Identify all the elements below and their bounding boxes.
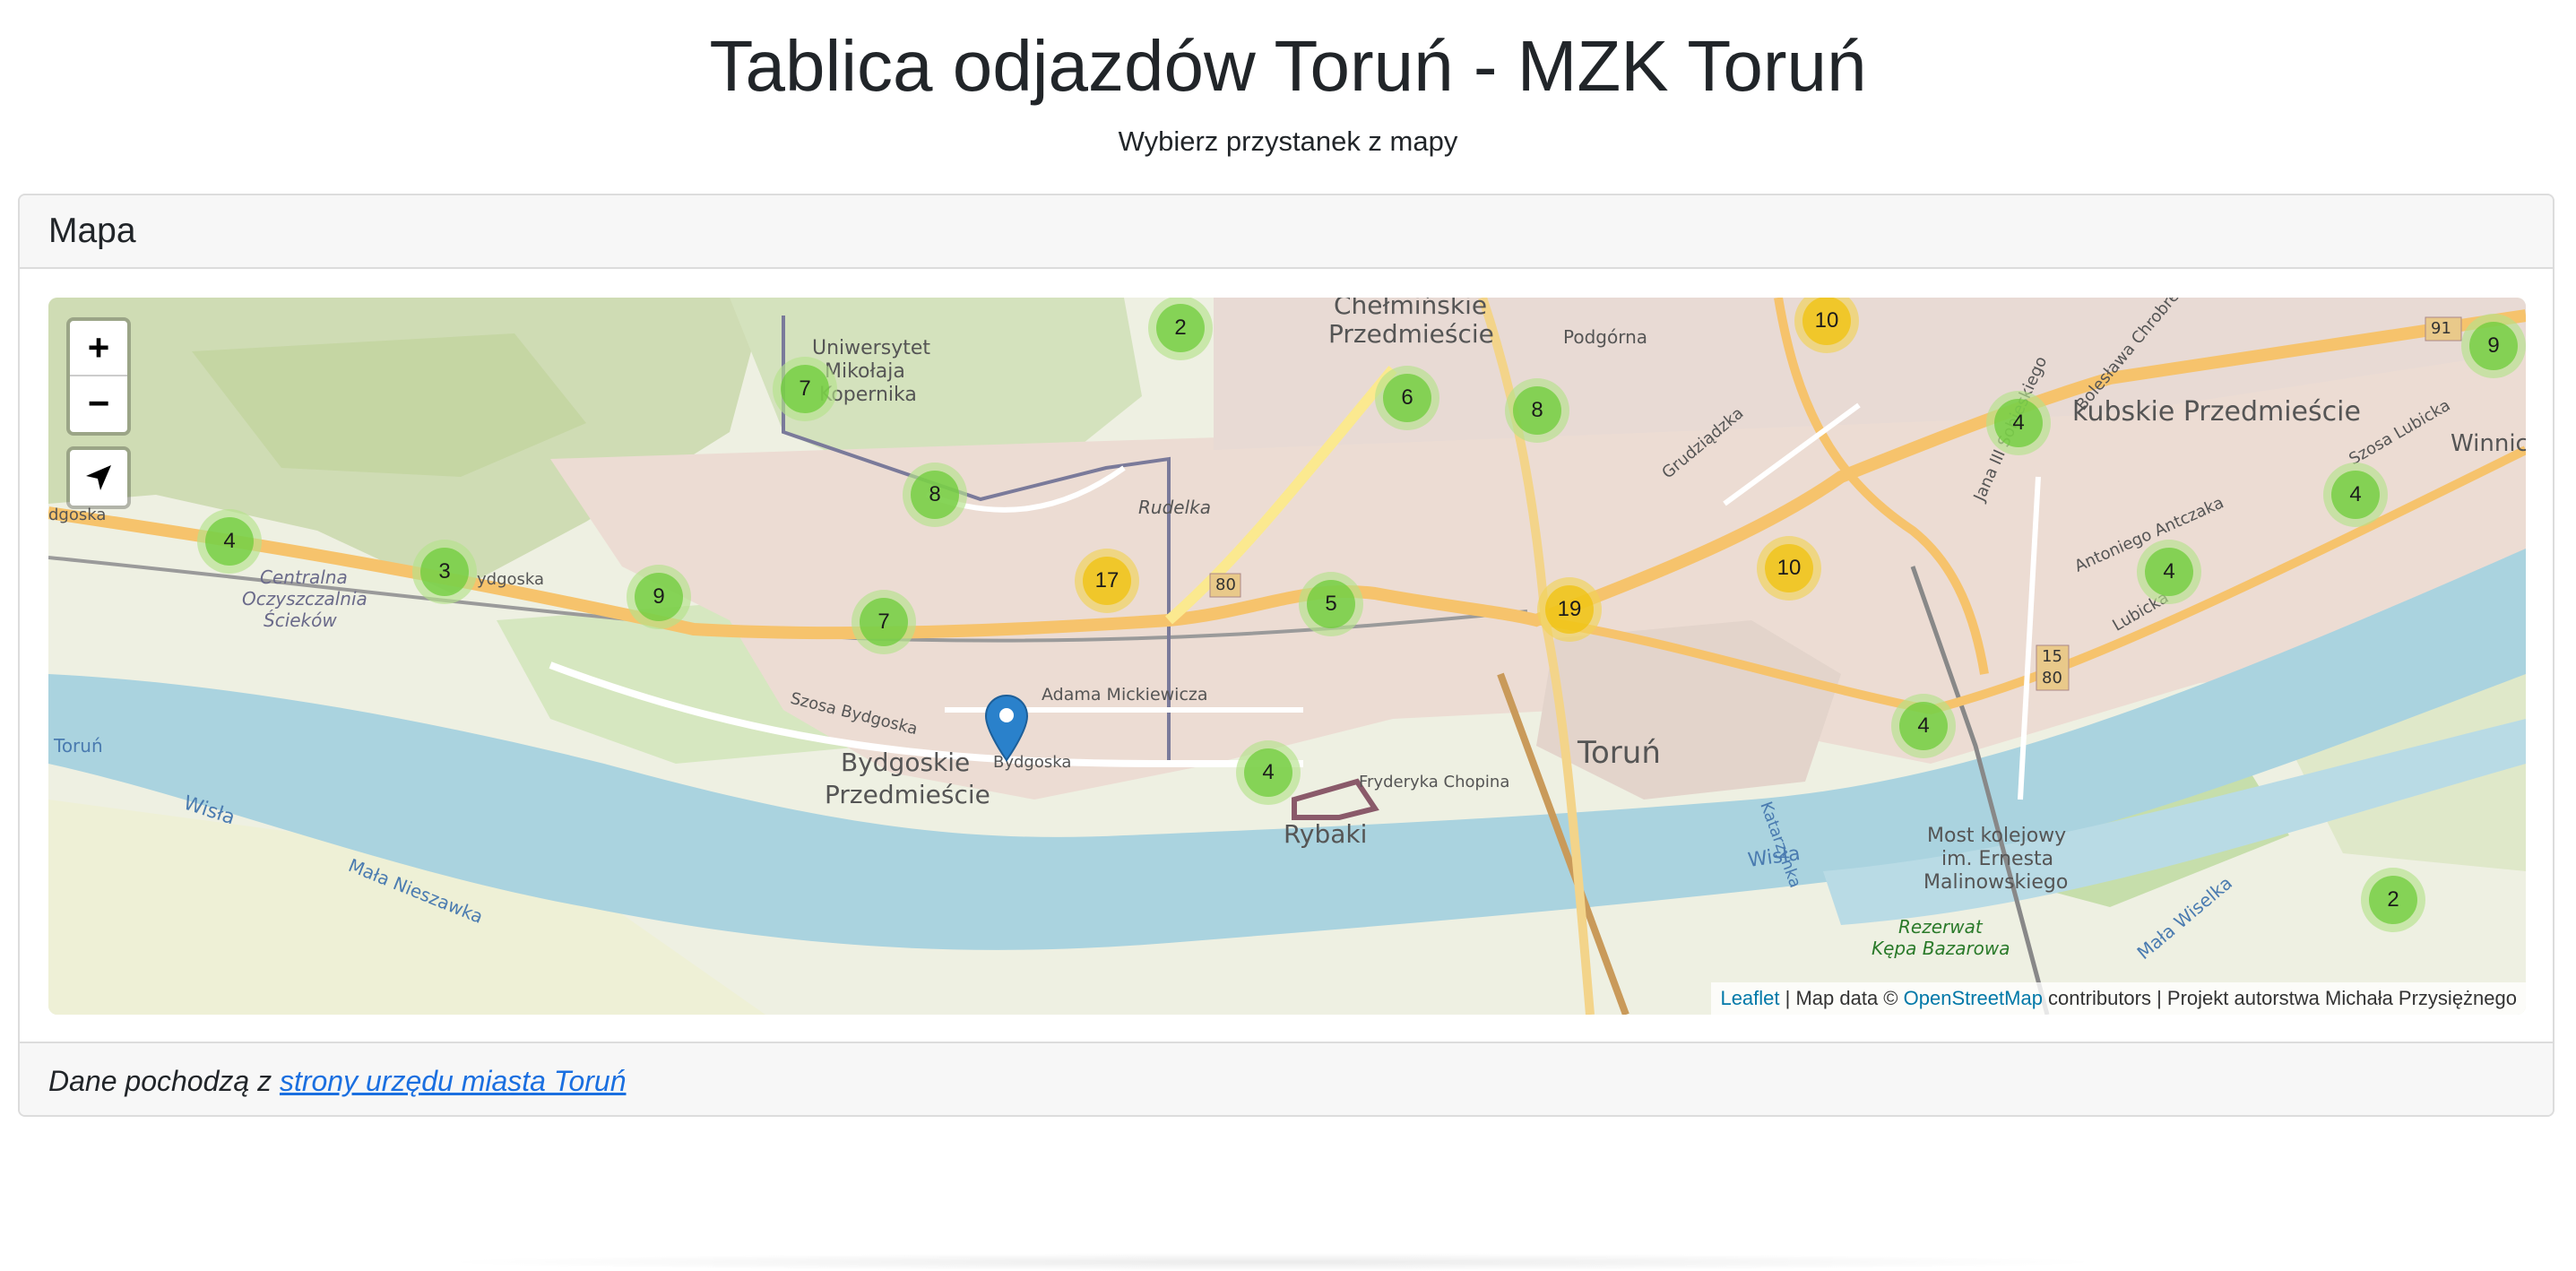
stop-cluster-marker[interactable]: 3 (412, 540, 477, 604)
attribution-text: | Map data © (1779, 987, 1904, 1009)
zoom-in-button[interactable]: + (70, 321, 127, 376)
cluster-count: 10 (1765, 544, 1813, 592)
stop-cluster-marker[interactable]: 4 (1891, 694, 1956, 758)
location-pin-icon[interactable] (984, 694, 1029, 762)
cluster-count: 19 (1545, 585, 1594, 634)
stop-cluster-marker[interactable]: 19 (1537, 577, 1602, 642)
zoom-control: + − (66, 317, 131, 436)
footer-text: Dane pochodzą z strony urzędu miasta Tor… (48, 1063, 627, 1099)
card-title: Mapa (48, 212, 136, 250)
stop-cluster-marker[interactable]: 8 (903, 463, 967, 527)
cluster-count: 7 (860, 598, 908, 646)
stop-cluster-marker[interactable]: 7 (773, 357, 837, 421)
marker-layer: 2 10 9 7 6 8 4 8 4 4 3 9 17 7 5 19 10 4 … (48, 298, 2526, 1015)
cluster-count: 4 (2331, 471, 2380, 519)
leaflet-link[interactable]: Leaflet (1720, 987, 1779, 1009)
card-footer: Dane pochodzą z strony urzędu miasta Tor… (20, 1042, 2553, 1115)
stop-cluster-marker[interactable]: 8 (1505, 378, 1569, 443)
map-attribution: Leaflet | Map data © OpenStreetMap contr… (1711, 982, 2526, 1015)
stop-cluster-marker[interactable]: 9 (627, 565, 691, 629)
stop-cluster-marker[interactable]: 4 (1986, 391, 2051, 455)
cluster-count: 2 (1156, 304, 1205, 352)
attribution-text: contributors | Projekt autorstwa Michała… (2042, 987, 2517, 1009)
stop-cluster-marker[interactable]: 2 (1148, 298, 1213, 360)
locate-button[interactable] (66, 446, 131, 509)
cluster-count: 4 (1244, 748, 1292, 797)
cluster-count: 4 (2145, 548, 2193, 596)
cluster-count: 10 (1802, 298, 1851, 345)
stop-cluster-marker[interactable]: 4 (2137, 540, 2201, 604)
navigation-arrow-icon (86, 465, 111, 490)
cluster-count: 7 (781, 365, 829, 413)
cluster-count: 8 (911, 471, 959, 519)
stop-cluster-marker[interactable]: 4 (1236, 740, 1301, 805)
stop-cluster-marker[interactable]: 17 (1075, 549, 1139, 613)
zoom-out-button[interactable]: − (70, 376, 127, 430)
data-source-link[interactable]: strony urzędu miasta Toruń (280, 1065, 627, 1097)
cluster-count: 9 (2469, 322, 2518, 370)
stop-cluster-marker[interactable]: 4 (2323, 463, 2388, 527)
stop-cluster-marker[interactable]: 10 (1794, 298, 1859, 353)
stop-cluster-marker[interactable]: 10 (1757, 536, 1821, 601)
stop-cluster-marker[interactable]: 4 (197, 509, 262, 574)
cluster-count: 3 (420, 548, 469, 596)
cluster-count: 5 (1307, 580, 1355, 628)
stop-cluster-marker[interactable]: 5 (1299, 572, 1363, 636)
footer-prefix: Dane pochodzą z (48, 1065, 280, 1097)
stop-cluster-marker[interactable]: 2 (2361, 868, 2425, 932)
card-header: Mapa (20, 195, 2553, 269)
cluster-count: 17 (1083, 557, 1131, 605)
page-subtitle: Wybierz przystanek z mapy (1118, 125, 1458, 157)
cluster-count: 4 (1899, 702, 1948, 750)
stop-cluster-marker[interactable]: 6 (1375, 366, 1439, 430)
bottom-shadow (430, 1253, 2115, 1271)
page-title: Tablica odjazdów Toruń - MZK Toruń (709, 26, 1867, 106)
cluster-count: 4 (205, 517, 254, 566)
cluster-count: 2 (2369, 876, 2417, 924)
map-view[interactable]: Chełmińskie Przedmieście Podgórna Uniwer… (48, 298, 2526, 1015)
cluster-count: 6 (1383, 374, 1431, 422)
cluster-count: 9 (635, 573, 683, 621)
cluster-count: 4 (1994, 399, 2043, 447)
stop-cluster-marker[interactable]: 9 (2461, 314, 2526, 378)
openstreetmap-link[interactable]: OpenStreetMap (1904, 987, 2043, 1009)
cluster-count: 8 (1513, 386, 1561, 435)
stop-cluster-marker[interactable]: 7 (851, 590, 916, 654)
